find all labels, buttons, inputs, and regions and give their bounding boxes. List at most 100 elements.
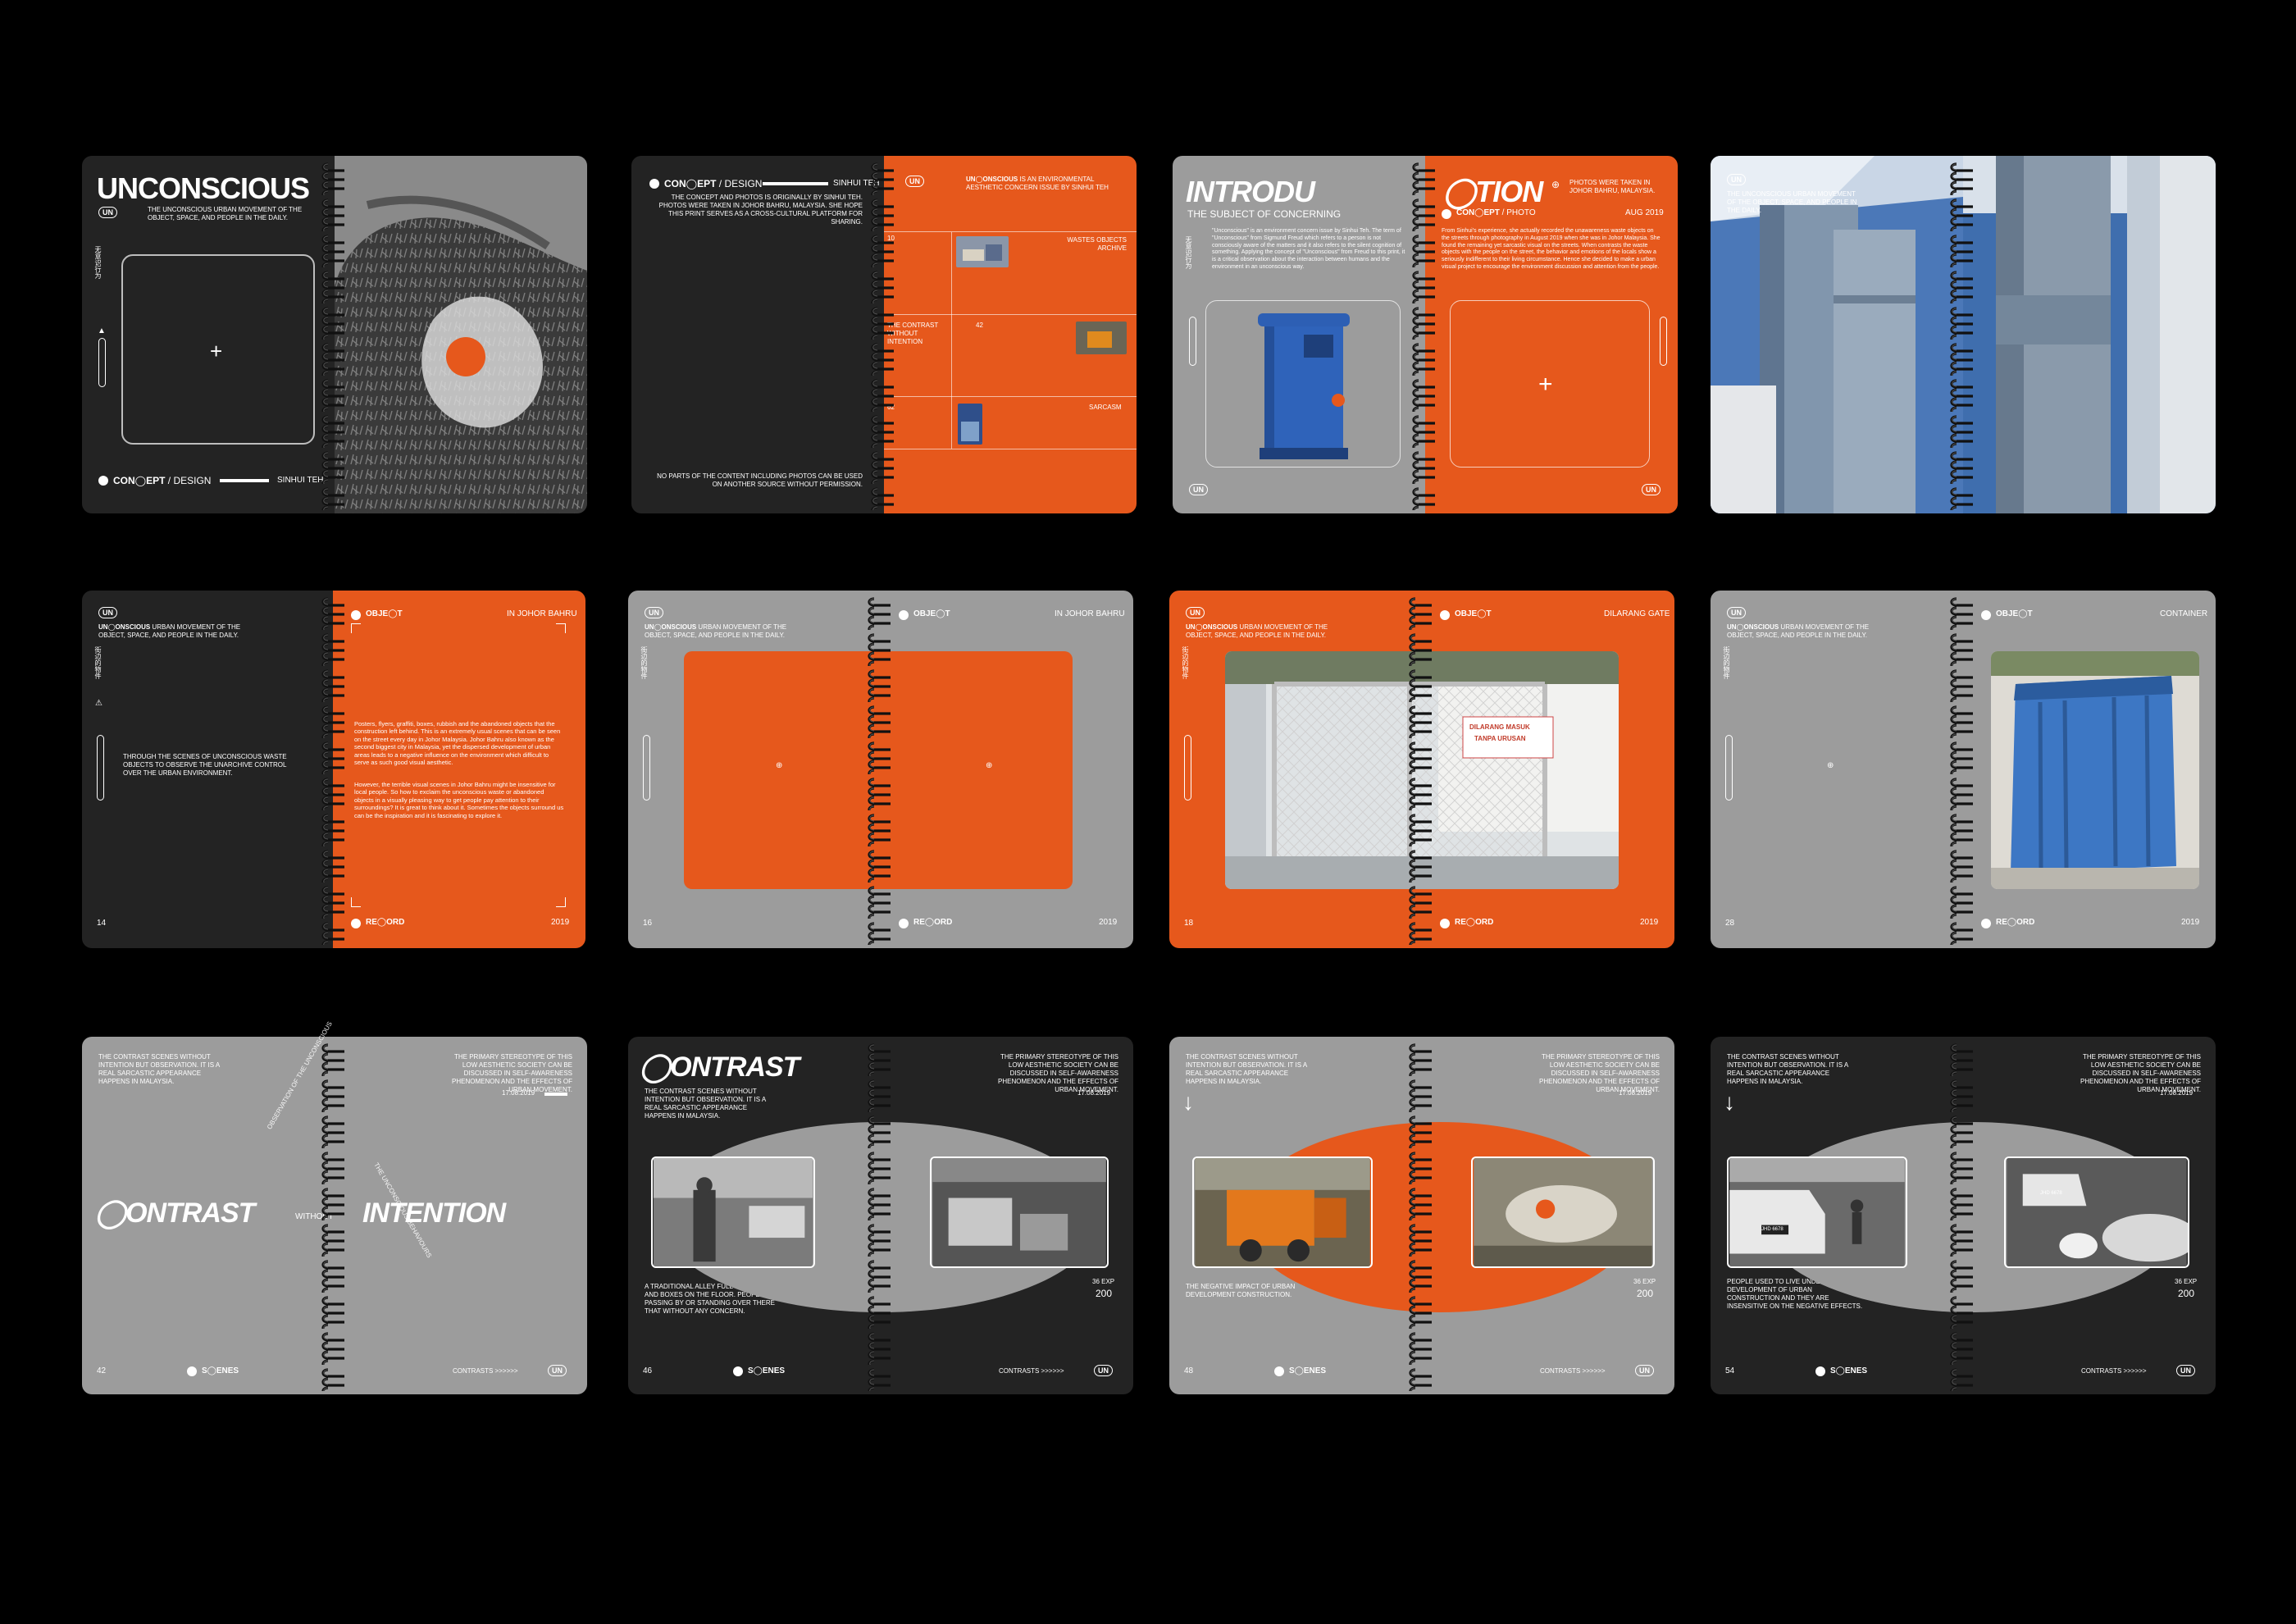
scenes-text-b: THE PRIMARY STEREOTYPE OF THIS LOW AESTH… — [2080, 1053, 2201, 1093]
scenes-label: S◯ENES — [1830, 1366, 1868, 1375]
brand-logo: UN — [98, 207, 117, 218]
location: DILARANG GATE — [1604, 609, 1670, 618]
progress-slider — [97, 735, 104, 801]
section-label: CON◯EPT / DESIGN — [113, 475, 212, 486]
spread-container: UN UN◯ONSCIOUS URBAN MOVEMENT OF THE OBJ… — [1711, 591, 2216, 948]
contrasts-label: CONTRASTS >>>>>> — [2081, 1367, 2147, 1375]
bw-photo-plastic-bag — [335, 156, 587, 513]
iso: 200 — [1096, 1288, 1113, 1299]
brand-logo: UN — [1094, 1365, 1113, 1376]
spread-title: UNCONSCIOUS — [97, 171, 310, 205]
spread-contrast-title: THE CONTRAST SCENES WITHOUT INTENTION BU… — [82, 1020, 587, 1394]
left-page: UN UN◯ONSCIOUS URBAN MOVEMENT OF THE OBJ… — [1711, 591, 1963, 948]
corner-bracket — [351, 623, 361, 633]
thumbnail-blue — [958, 404, 982, 445]
record-label: RE◯ORD — [1996, 918, 2035, 927]
section-dot-icon — [351, 919, 361, 928]
year: 2019 — [1099, 918, 1118, 927]
scenes-label: S◯ENES — [748, 1366, 786, 1375]
car-photo-left — [1727, 1156, 1907, 1268]
corner-bracket — [556, 897, 566, 907]
right-page-photo — [1963, 156, 2216, 513]
plate-right: JHD 6678 — [2040, 1191, 2062, 1196]
left-page: UNCONSCIOUS UN THE UNCONSCIOUS URBAN MOV… — [82, 156, 335, 513]
spread-contents: CON◯EPT / DESIGN SINHUI TEH THE CONCEPT … — [631, 156, 1137, 513]
contrast-label: THE CONTRAST WITHOUT INTENTION — [887, 322, 939, 345]
permission-text: NO PARTS OF THE CONTENT INCLUDING PHOTOS… — [657, 472, 863, 488]
section-dot-icon — [1815, 1366, 1825, 1376]
progress-slider — [1184, 735, 1191, 801]
warning-icon: ⚠ — [95, 699, 102, 708]
chinese-object: 街边的物件 — [640, 646, 648, 679]
right-page: THE PRIMARY STEREOTYPE OF THIS LOW AESTH… — [335, 1037, 587, 1394]
without-label: WITHOUT — [295, 1212, 334, 1221]
tagline: UN◯ONSCIOUS URBAN MOVEMENT OF THE OBJECT… — [98, 623, 241, 639]
spread-dilarang-gate: UN UN◯ONSCIOUS URBAN MOVEMENT OF THE OBJ… — [1169, 591, 1674, 948]
right-page-bw-photo — [335, 156, 587, 513]
intro-text: "Unconscious" is an environment concern … — [1212, 228, 1405, 270]
scenes-text-a: THE CONTRAST SCENES WITHOUT INTENTION BU… — [1186, 1053, 1307, 1085]
brand-logo: UN — [1186, 607, 1205, 618]
year: 2019 — [551, 918, 570, 927]
location: IN JOHOR BAHRU — [1055, 609, 1125, 618]
date: AUG 2019 — [1625, 208, 1664, 217]
date: 17.08.2019 — [2160, 1089, 2194, 1097]
progress-slider — [1725, 735, 1733, 801]
section-label: OBJE◯T — [913, 609, 950, 618]
blue-container-photo — [1991, 651, 2199, 889]
contrast-title: ◯ONTRAST — [95, 1197, 255, 1229]
section-dot-icon — [98, 476, 108, 486]
location-text: PHOTOS WERE TAKEN IN JOHOR BAHRU, MALAYS… — [1569, 179, 1656, 194]
spread-contrast-alley: ◯ONTRAST THE CONTRAST SCENES WITHOUT INT… — [628, 1037, 1133, 1394]
thumbnail-waste — [956, 236, 1009, 267]
page-number-62: 62 — [887, 404, 895, 411]
intro-title-right: ◯TION — [1443, 175, 1543, 208]
body-paragraph-1: Posters, flyers, graffiti, boxes, rubbis… — [354, 720, 561, 766]
exposure: 36 EXP — [2175, 1278, 2198, 1285]
brand-logo: UN — [645, 607, 663, 618]
section-dot-icon — [899, 919, 909, 928]
brand-logo: UN — [98, 607, 117, 618]
progress-slider — [98, 338, 106, 387]
brand-logo: UN — [2176, 1365, 2195, 1376]
spread-construction: THE CONTRAST SCENES WITHOUT INTENTION BU… — [1169, 1037, 1674, 1394]
plate-left: JHD 6678 — [1761, 1227, 1784, 1232]
section-label: OBJE◯T — [1455, 609, 1492, 618]
chinese-object: 街边的物件 — [1182, 646, 1189, 679]
corner-bracket — [351, 897, 361, 907]
progress-slider — [1660, 317, 1667, 366]
right-page: ◯TION ⊕ PHOTOS WERE TAKEN IN JOHOR BAHRU… — [1425, 156, 1678, 513]
intention-title: INTENTION — [362, 1197, 506, 1229]
date: 17.08.2019 — [1619, 1089, 1652, 1097]
scenes-text-a: THE CONTRAST SCENES WITHOUT INTENTION BU… — [1727, 1053, 1848, 1085]
section-dot-icon — [1442, 209, 1451, 219]
sign-text-2: TANPA URUSAN — [1474, 735, 1526, 742]
page-number: 54 — [1725, 1366, 1735, 1375]
excavator-photo — [1192, 1156, 1373, 1268]
progress-slider — [1189, 317, 1196, 366]
target-icon: ⊕ — [1827, 761, 1834, 770]
tagline: THE UNCONSCIOUS URBAN MOVEMENT OF THE OB… — [148, 206, 303, 221]
author-name: SINHUI TEH — [277, 476, 324, 485]
page-number: 16 — [643, 919, 653, 928]
divider-bar — [220, 479, 269, 482]
archive-label: WASTES OBJECTS ARCHIVE — [1067, 236, 1127, 252]
scenes-label: S◯ENES — [202, 1366, 239, 1375]
right-page-contents: UN UN◯ONSCIOUS IS AN ENVIRONMENTAL AESTH… — [884, 156, 1137, 513]
record-label: RE◯ORD — [913, 918, 953, 927]
contrasts-label: CONTRASTS >>>>>> — [999, 1367, 1064, 1375]
scenes-text-b: THE PRIMARY STEREOTYPE OF THIS LOW AESTH… — [1539, 1053, 1660, 1093]
page-number: 14 — [97, 919, 107, 928]
section-dot-icon — [351, 610, 361, 620]
contrasts-label: CONTRASTS >>>>>> — [453, 1367, 518, 1375]
contrast-title: ◯ONTRAST — [640, 1051, 800, 1083]
location: IN JOHOR BAHRU — [507, 609, 577, 618]
tagline: UN◯ONSCIOUS URBAN MOVEMENT OF THE OBJECT… — [1727, 623, 1870, 639]
divider-bar — [544, 1093, 567, 1096]
section-dot-icon — [649, 179, 659, 189]
sarcasm-label: SARCASM — [1089, 404, 1122, 411]
chinese-title: 无意识行为 — [1185, 236, 1192, 269]
crosshair-icon: + — [1538, 371, 1553, 398]
intro-title-left: INTRODU — [1186, 175, 1315, 208]
brand-logo: UN — [1642, 484, 1660, 495]
